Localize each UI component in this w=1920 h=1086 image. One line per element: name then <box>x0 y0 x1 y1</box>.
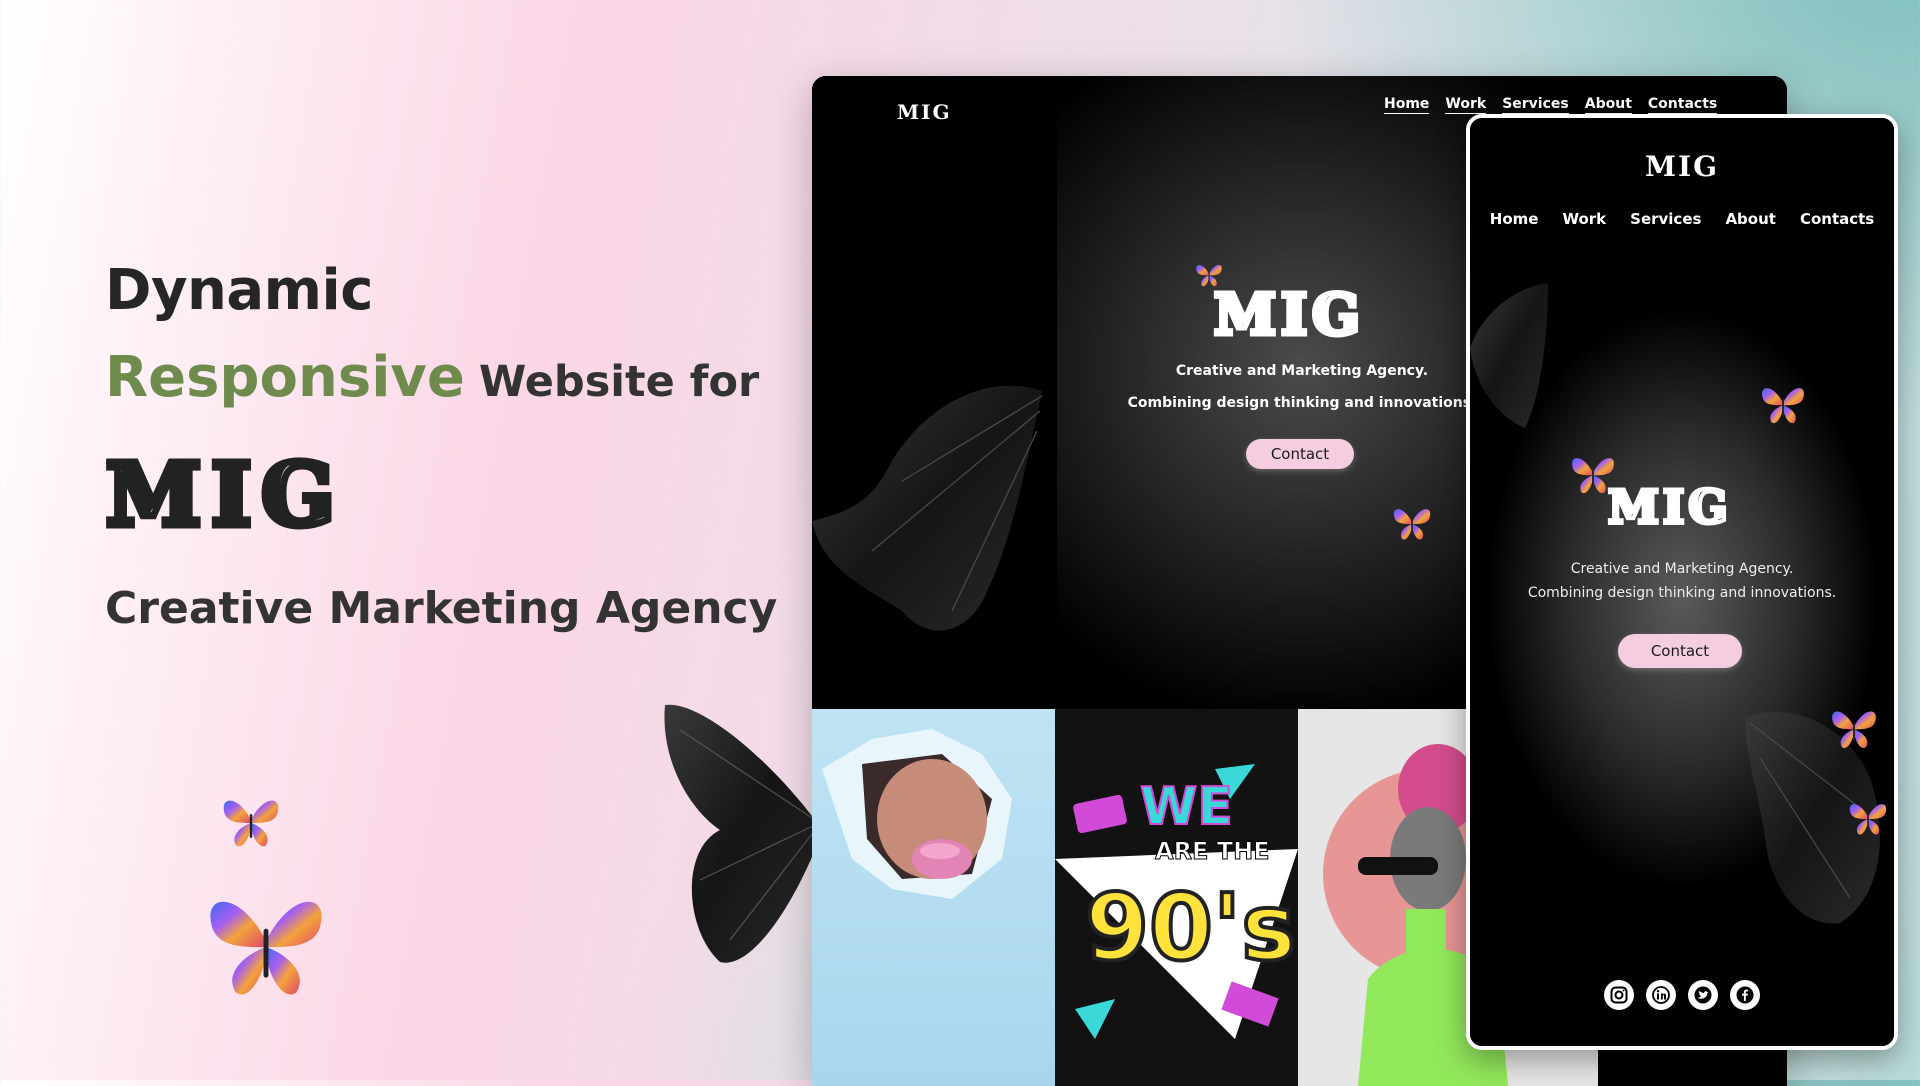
social-links <box>1470 980 1894 1010</box>
mobile-mockup: MIG Home Work Services About Contacts MI… <box>1466 114 1898 1050</box>
hero-logo-text-front: MIG <box>103 455 342 535</box>
hero-heading: Dynamic <box>105 258 373 323</box>
butterfly-icon <box>1848 786 1888 848</box>
black-butterfly-image <box>812 385 1043 631</box>
90s-poster-image: WE ARE THE 90's <box>1055 709 1298 1086</box>
mobile-nav-contacts-link[interactable]: Contacts <box>1800 210 1874 228</box>
mobile-hero-title: MIG MIG <box>1606 478 1730 533</box>
svg-text:ARE THE: ARE THE <box>1155 837 1270 865</box>
butterfly-icon <box>1830 703 1878 751</box>
nav-home-link[interactable]: Home <box>1384 96 1430 114</box>
hero-logo: MIG MIG <box>103 442 373 550</box>
twitter-icon[interactable] <box>1688 980 1718 1010</box>
nav-services-link[interactable]: Services <box>1502 96 1569 114</box>
mobile-hero-subtitle-2: Combining design thinking and innovation… <box>1527 585 1837 601</box>
mobile-nav-services-link[interactable]: Services <box>1630 210 1701 228</box>
work-tile-lips[interactable] <box>812 709 1055 1086</box>
butterfly-icon <box>1760 380 1806 426</box>
svg-text:MIG: MIG <box>1606 478 1730 532</box>
mobile-nav-home-link[interactable]: Home <box>1490 210 1539 228</box>
mobile-nav: Home Work Services About Contacts <box>1470 210 1894 228</box>
hero-accent-word: Responsive <box>105 345 465 410</box>
desktop-nav-logo[interactable]: MIG <box>897 100 952 124</box>
hero-subheading: Responsive Website for <box>105 345 759 410</box>
hero-rest-text: Website for <box>478 357 760 407</box>
mobile-contact-button[interactable]: Contact <box>1618 634 1742 668</box>
black-butterfly-image <box>664 704 816 963</box>
instagram-icon[interactable] <box>1604 980 1634 1010</box>
desktop-contact-button[interactable]: Contact <box>1246 439 1354 469</box>
work-tile-90s[interactable]: WE ARE THE 90's <box>1055 709 1298 1086</box>
mobile-nav-about-link[interactable]: About <box>1725 210 1776 228</box>
desktop-hero-title: MIG MIG <box>1212 280 1363 347</box>
hero-tagline: Creative Marketing Agency <box>105 583 778 634</box>
facebook-icon[interactable] <box>1730 980 1760 1010</box>
linkedin-icon[interactable] <box>1646 980 1676 1010</box>
svg-text:MIG: MIG <box>1212 280 1363 346</box>
nav-about-link[interactable]: About <box>1584 96 1632 114</box>
mobile-nav-logo[interactable]: MIG <box>1470 150 1894 183</box>
butterfly-icon <box>220 790 282 850</box>
nav-work-link[interactable]: Work <box>1445 96 1487 114</box>
butterfly-icon <box>205 880 327 1002</box>
desktop-nav: Home Work Services About Contacts <box>1384 96 1718 114</box>
nav-contacts-link[interactable]: Contacts <box>1647 96 1718 114</box>
lips-image <box>822 729 1012 899</box>
black-butterfly-image <box>1470 283 1548 428</box>
mobile-nav-work-link[interactable]: Work <box>1562 210 1606 228</box>
svg-text:WE: WE <box>1140 777 1233 837</box>
mobile-hero-subtitle-1: Creative and Marketing Agency. <box>1570 561 1794 577</box>
svg-text:90's: 90's <box>1085 874 1296 981</box>
butterfly-icon <box>1392 501 1432 543</box>
